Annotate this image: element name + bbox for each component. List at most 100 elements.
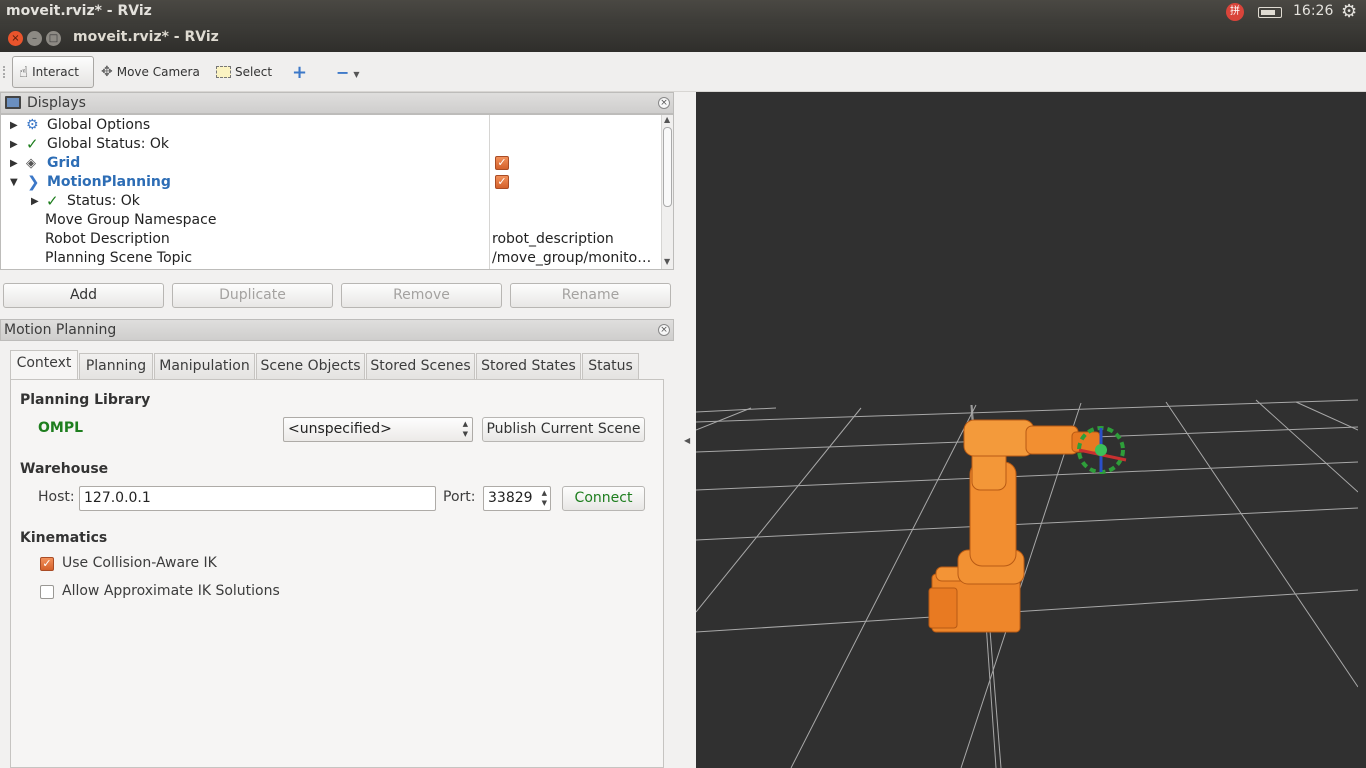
host-label: Host: [38, 489, 75, 505]
tab-status[interactable]: Status [582, 353, 639, 379]
system-top-bar: moveit.rviz* - RViz 拼 16:26 ⚙ [0, 0, 1366, 24]
motion-planning-panel-header: Motion Planning × [0, 319, 674, 341]
expand-arrow-icon[interactable]: ▶ [10, 135, 18, 154]
robot-description-value[interactable]: robot_description [492, 230, 614, 249]
warehouse-heading: Warehouse [20, 461, 109, 477]
close-window-icon[interactable]: × [8, 31, 23, 46]
tree-row-status[interactable]: ▶ ✓ Status: Ok [1, 192, 489, 211]
tree-row-motionplanning[interactable]: ▼ ❯ MotionPlanning [1, 173, 489, 192]
tree-label: Status: Ok [67, 193, 140, 209]
collision-aware-ik-checkbox[interactable]: ✓ [40, 557, 54, 571]
tree-label: Global Status: Ok [47, 136, 170, 152]
spin-arrows-icon: ▲ ▼ [462, 420, 468, 438]
kinematics-heading: Kinematics [20, 530, 108, 546]
tree-label: Robot Description [45, 231, 170, 247]
battery-icon[interactable] [1258, 7, 1282, 18]
planning-scene-topic-value[interactable]: /move_group/monito… [492, 249, 651, 268]
tab-stored-scenes[interactable]: Stored Scenes [366, 353, 475, 379]
interact-tool-button[interactable]: ☝ Interact [12, 56, 94, 88]
host-input[interactable]: 127.0.0.1 [79, 486, 436, 511]
publish-current-scene-button[interactable]: Publish Current Scene [482, 417, 645, 442]
tree-row-grid[interactable]: ▶ ◈ Grid [1, 154, 489, 173]
port-value: 33829 [488, 490, 533, 506]
select-label: Select [235, 65, 273, 79]
planning-library-heading: Planning Library [20, 392, 151, 408]
displays-title: Displays [27, 95, 86, 111]
minus-icon: − [336, 62, 350, 82]
tree-label: Move Group Namespace [45, 212, 217, 228]
scroll-down-icon[interactable]: ▼ [664, 257, 670, 266]
expand-arrow-icon[interactable]: ▶ [10, 116, 18, 135]
planner-select[interactable]: <unspecified> ▲ ▼ [283, 417, 473, 442]
checkmark-icon: ✓ [46, 192, 59, 210]
plus-icon: + [292, 61, 308, 83]
tree-label: Grid [47, 155, 81, 171]
tree-row-robot-description[interactable]: Robot Description [1, 230, 489, 249]
toolbar: ☝ Interact ✥ Move Camera Select + − ▼ [0, 52, 1366, 92]
robot-arm [928, 419, 1101, 633]
move-camera-tool-button[interactable]: ✥ Move Camera [95, 56, 206, 88]
expand-arrow-icon[interactable]: ▶ [10, 154, 18, 173]
add-tool-button[interactable]: + [286, 56, 313, 88]
tab-scene-objects[interactable]: Scene Objects [256, 353, 365, 379]
window-title-bar: × – □ moveit.rviz* - RViz [0, 24, 1366, 52]
tab-stored-states[interactable]: Stored States [476, 353, 581, 379]
remove-tool-button[interactable]: − ▼ [330, 56, 366, 88]
move-camera-label: Move Camera [116, 65, 200, 79]
collision-aware-ik-label: Use Collision-Aware IK [62, 555, 217, 571]
expand-arrow-icon[interactable]: ▶ [31, 192, 39, 211]
close-displays-icon[interactable]: × [658, 97, 670, 109]
tree-row-planning-scene-topic[interactable]: Planning Scene Topic [1, 249, 489, 268]
add-display-button[interactable]: Add [3, 283, 164, 308]
tree-row-global-status[interactable]: ▶ ✓ Global Status: Ok [1, 135, 489, 154]
tab-manipulation[interactable]: Manipulation [154, 353, 255, 379]
rename-display-button[interactable]: Rename [510, 283, 671, 308]
clock[interactable]: 16:26 [1293, 3, 1333, 19]
tree-row-global-options[interactable]: ▶ ⚙ Global Options [1, 116, 489, 135]
tree-label: Global Options [47, 117, 151, 133]
maximize-window-icon[interactable]: □ [46, 31, 61, 46]
viewport-scene [696, 399, 1358, 768]
input-method-icon[interactable]: 拼 [1226, 3, 1244, 21]
settings-gear-icon[interactable]: ⚙ [1341, 1, 1357, 22]
system-app-title: moveit.rviz* - RViz [6, 3, 152, 19]
hand-pointer-icon: ☝ [19, 63, 29, 81]
planner-select-value: <unspecified> [288, 421, 392, 437]
toolbar-grip[interactable] [3, 66, 6, 78]
checkmark-icon: ✓ [26, 135, 39, 153]
displays-tree: ▶ ⚙ Global Options ▶ ✓ Global Status: Ok… [0, 114, 674, 270]
motionplanning-icon: ❯ [27, 173, 40, 191]
chevron-down-icon: ▼ [353, 69, 360, 79]
monitor-icon [5, 96, 21, 109]
tab-context[interactable]: Context [10, 350, 78, 380]
scrollbar-thumb[interactable] [663, 127, 672, 207]
motion-planning-title: Motion Planning [4, 322, 117, 338]
spin-arrows-icon[interactable]: ▲ ▼ [542, 488, 547, 508]
duplicate-display-button[interactable]: Duplicate [172, 283, 333, 308]
remove-display-button[interactable]: Remove [341, 283, 502, 308]
collapse-arrow-icon[interactable]: ▼ [10, 173, 18, 192]
motionplanning-enabled-checkbox[interactable]: ✓ [495, 175, 509, 189]
tree-label: Planning Scene Topic [45, 250, 193, 266]
scroll-up-icon[interactable]: ▲ [664, 115, 670, 124]
close-motion-planning-icon[interactable]: × [658, 324, 670, 336]
window-title: moveit.rviz* - RViz [73, 29, 219, 45]
displays-panel-header: Displays × [0, 92, 674, 114]
tab-planning[interactable]: Planning [79, 353, 153, 379]
tree-scrollbar[interactable]: ▲ ▼ [661, 115, 673, 269]
select-rect-icon [216, 66, 231, 78]
select-tool-button[interactable]: Select [210, 56, 278, 88]
grid-enabled-checkbox[interactable]: ✓ [495, 156, 509, 170]
minimize-window-icon[interactable]: – [27, 31, 42, 46]
interact-label: Interact [32, 65, 79, 79]
tree-label: MotionPlanning [47, 174, 171, 190]
context-tab-body: Planning Library OMPL <unspecified> ▲ ▼ P… [10, 379, 664, 768]
port-spinbox[interactable]: 33829 ▲ ▼ [483, 486, 551, 511]
approx-ik-checkbox[interactable] [40, 585, 54, 599]
tree-row-move-group-namespace[interactable]: Move Group Namespace [1, 211, 489, 230]
move-camera-icon: ✥ [101, 64, 113, 80]
grid-icon: ◈ [26, 156, 36, 171]
3d-viewport[interactable] [696, 92, 1366, 768]
splitter-left-arrow-icon[interactable]: ◀ [684, 436, 690, 445]
connect-button[interactable]: Connect [562, 486, 645, 511]
